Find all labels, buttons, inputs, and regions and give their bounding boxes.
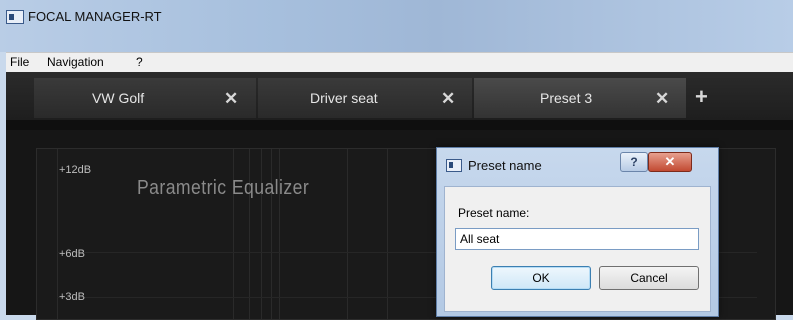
help-button[interactable]: ? [620, 152, 648, 172]
dialog-app-icon [446, 159, 462, 172]
preset-name-dialog: Preset name ? ✕ Preset name: OK Cancel [436, 147, 719, 317]
tab-vw-golf[interactable]: VW Golf ✕ [34, 78, 256, 118]
grid-line [57, 149, 58, 319]
tab-label: VW Golf [92, 90, 145, 106]
y-axis-label: +12dB [59, 164, 92, 176]
tab-label: Driver seat [310, 90, 378, 106]
window-titlebar: FOCAL MANAGER-RT [0, 0, 793, 52]
menu-help[interactable]: ? [136, 55, 143, 69]
close-tab-icon[interactable]: ✕ [441, 89, 455, 109]
tab-preset-3[interactable]: Preset 3 ✕ [474, 78, 686, 118]
tab-bar: VW Golf ✕ Driver seat ✕ Preset 3 ✕ + [6, 72, 793, 120]
add-tab-icon[interactable]: + [695, 86, 708, 108]
window-title: FOCAL MANAGER-RT [28, 9, 162, 24]
tab-label: Preset 3 [540, 90, 593, 106]
preset-name-label: Preset name: [458, 206, 530, 220]
grid-line [387, 149, 388, 319]
ok-button[interactable]: OK [491, 266, 591, 290]
preset-name-input[interactable] [455, 228, 699, 250]
app-icon [6, 10, 24, 24]
menu-file[interactable]: File [10, 55, 29, 69]
grid-line [261, 149, 262, 319]
menu-navigation[interactable]: Navigation [47, 55, 104, 69]
graph-title: Parametric Equalizer [137, 177, 310, 199]
close-button[interactable]: ✕ [648, 152, 692, 172]
menu-bar: File Navigation ? [6, 52, 793, 73]
y-axis-label: +6dB [59, 248, 85, 260]
dialog-title: Preset name [468, 158, 542, 173]
tab-driver-seat[interactable]: Driver seat ✕ [258, 78, 472, 118]
grid-line [279, 149, 280, 319]
close-tab-icon[interactable]: ✕ [224, 89, 238, 109]
grid-line [233, 149, 234, 319]
grid-line [249, 149, 250, 319]
close-tab-icon[interactable]: ✕ [655, 89, 669, 109]
tab-divider [6, 120, 793, 130]
grid-line [347, 149, 348, 319]
grid-line [271, 149, 272, 319]
y-axis-label: +3dB [59, 291, 85, 303]
cancel-button[interactable]: Cancel [599, 266, 699, 290]
dialog-body: Preset name: OK Cancel [444, 186, 711, 312]
